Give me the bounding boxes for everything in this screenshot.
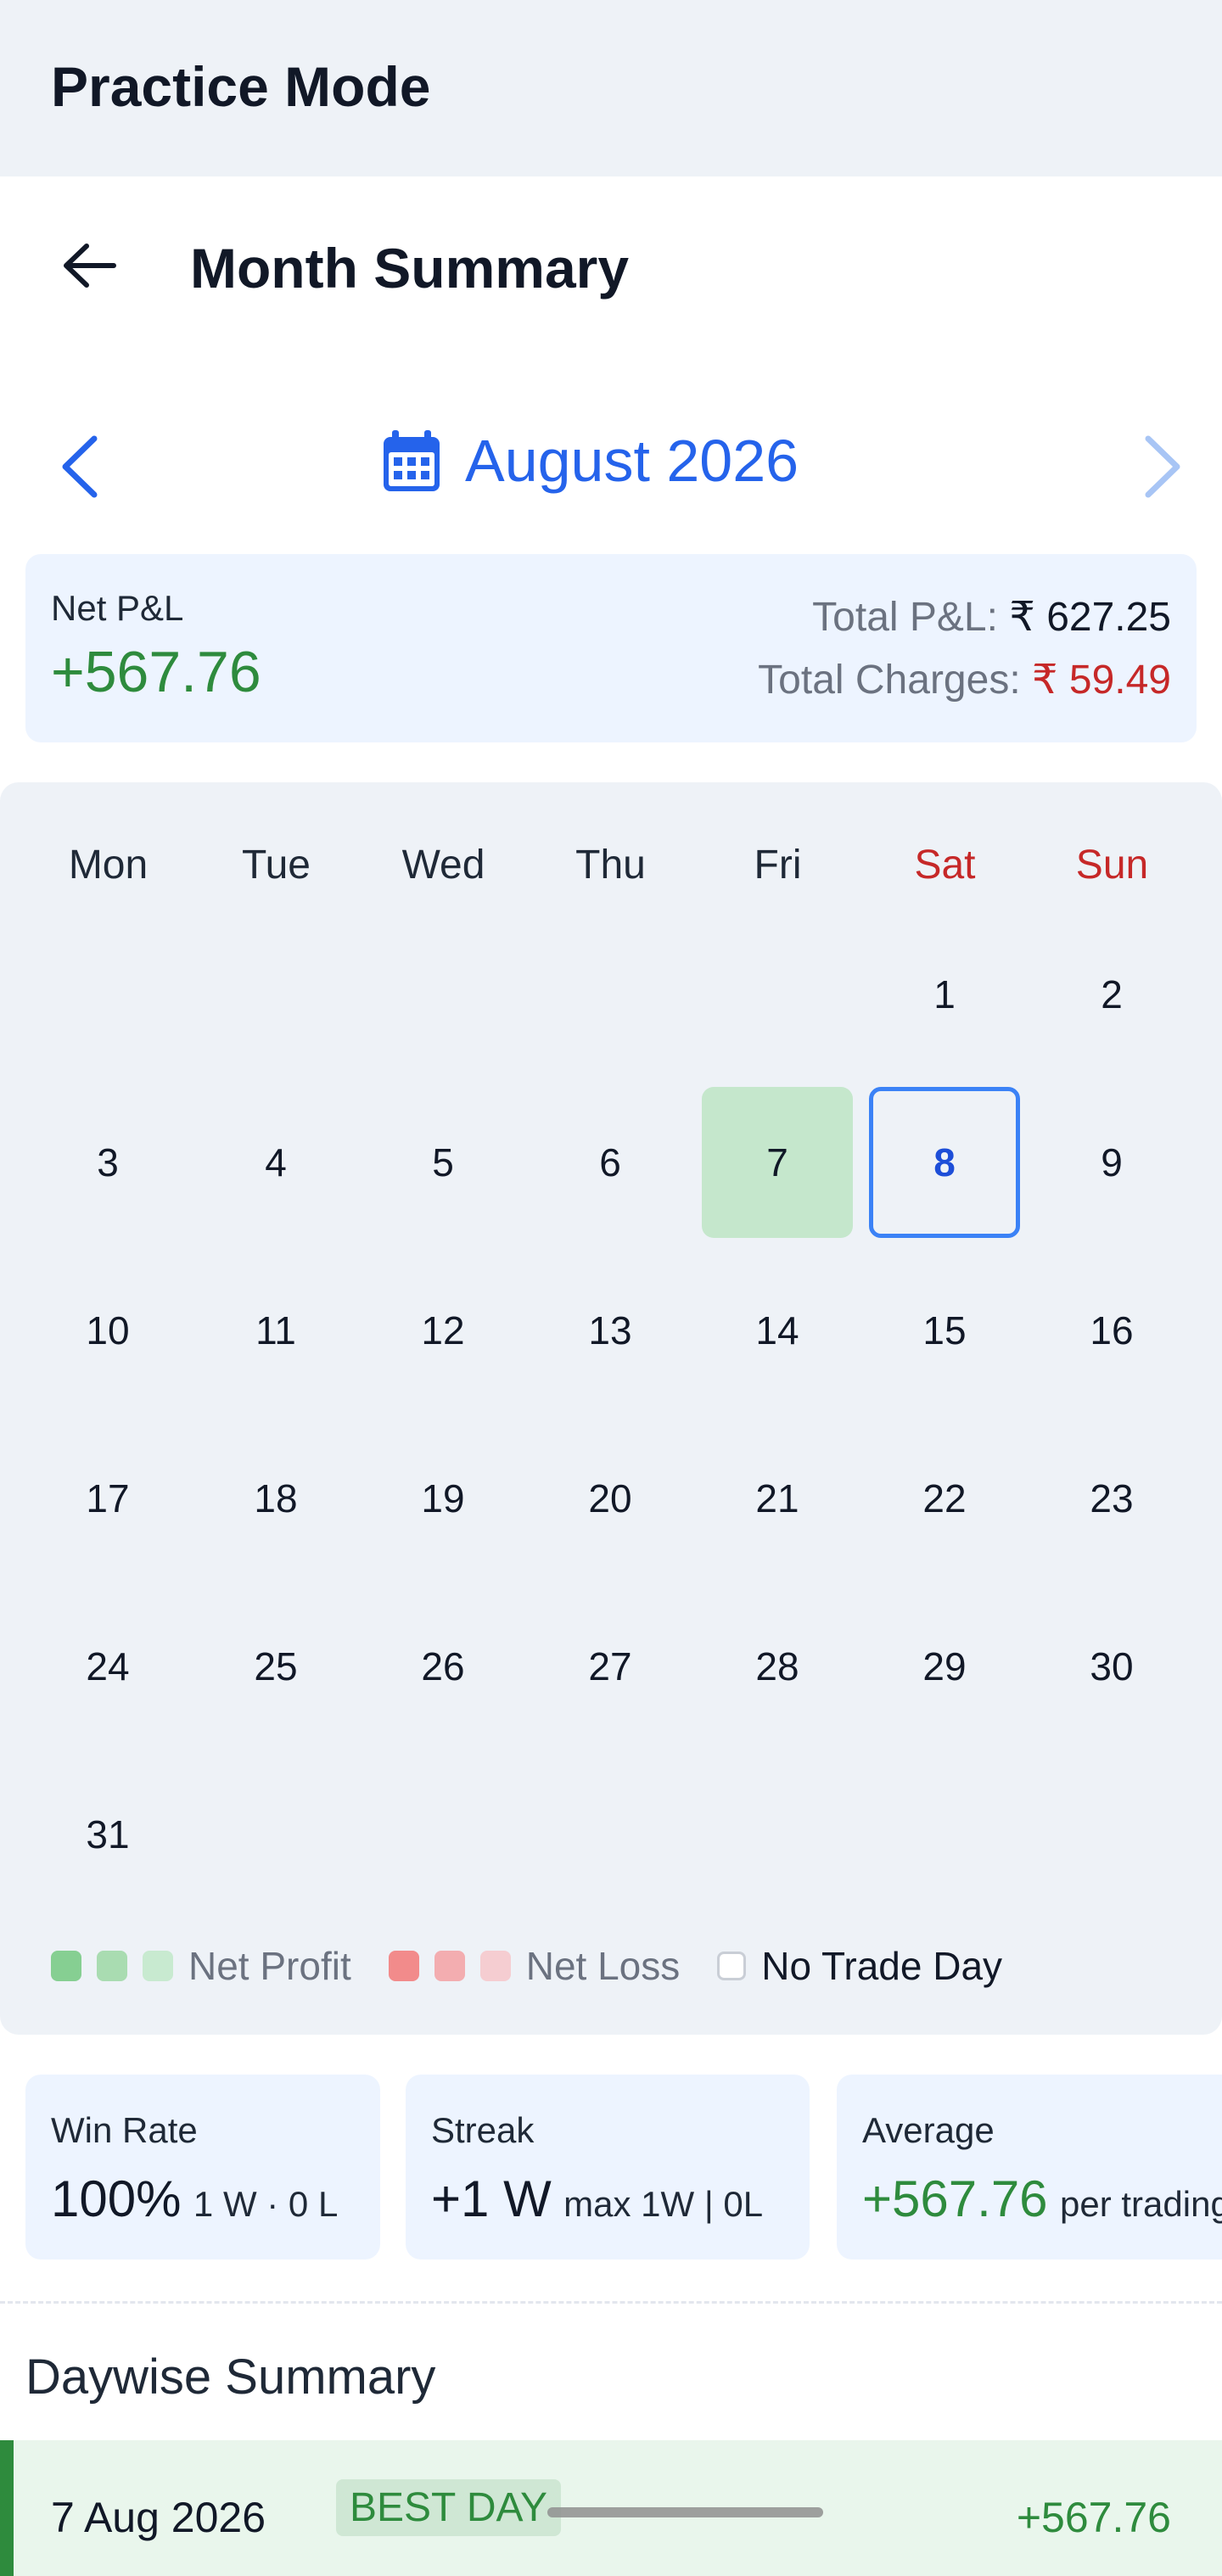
calendar-day-12[interactable]: 12 bbox=[367, 1255, 519, 1406]
weekday-header: Sun bbox=[1075, 843, 1149, 888]
calendar-day-19[interactable]: 19 bbox=[367, 1423, 519, 1574]
total-pl-value: ₹ 627.25 bbox=[1009, 595, 1171, 640]
average-card: Average +567.76 per trading day bbox=[837, 2075, 1222, 2260]
streak-card: Streak +1 W max 1W | 0L bbox=[406, 2075, 810, 2260]
calendar-day-27[interactable]: 27 bbox=[535, 1591, 686, 1742]
total-charges-value: ₹ 59.49 bbox=[1032, 658, 1171, 703]
app-bar: Practice Mode bbox=[0, 0, 1222, 176]
home-indicator[interactable] bbox=[547, 2507, 823, 2517]
calendar-day-25[interactable]: 25 bbox=[200, 1591, 351, 1742]
weekday-header: Fri bbox=[754, 843, 802, 888]
total-charges-row: Total Charges: ₹ 59.49 bbox=[758, 656, 1171, 703]
weekday-header: Thu bbox=[575, 843, 646, 888]
best-day-badge: BEST DAY bbox=[336, 2479, 561, 2536]
legend-no-trade-label: No Trade Day bbox=[761, 1944, 1003, 1988]
calendar-day-26[interactable]: 26 bbox=[367, 1591, 519, 1742]
legend-loss-label: Net Loss bbox=[525, 1944, 681, 1988]
calendar-day-2[interactable]: 2 bbox=[1036, 919, 1187, 1070]
loss-swatch-light bbox=[479, 1951, 511, 1981]
page-header: Month Summary bbox=[0, 176, 1222, 355]
streak-label: Streak bbox=[431, 2110, 535, 2150]
total-pl-row: Total P&L: ₹ 627.25 bbox=[812, 593, 1171, 641]
calendar-day-4[interactable]: 4 bbox=[200, 1087, 351, 1238]
section-divider bbox=[0, 2301, 1222, 2304]
back-button[interactable] bbox=[51, 227, 127, 304]
weekday-header: Wed bbox=[401, 843, 485, 888]
calendar-day-21[interactable]: 21 bbox=[702, 1423, 853, 1574]
loss-swatch-dark bbox=[388, 1951, 419, 1981]
win-rate-value: 100% bbox=[51, 2170, 182, 2227]
calendar-day-14[interactable]: 14 bbox=[702, 1255, 853, 1406]
daywise-summary-title: Daywise Summary bbox=[25, 2349, 436, 2405]
arrow-left-icon bbox=[64, 244, 116, 288]
calendar-day-6[interactable]: 6 bbox=[535, 1087, 686, 1238]
calendar-day-16[interactable]: 16 bbox=[1036, 1255, 1187, 1406]
chevron-left-icon bbox=[62, 435, 98, 498]
profit-swatch-medium bbox=[97, 1951, 127, 1981]
calendar-day-23[interactable]: 23 bbox=[1036, 1423, 1187, 1574]
next-month-button[interactable] bbox=[1120, 424, 1205, 509]
no-trade-swatch bbox=[717, 1952, 747, 1980]
weekday-header: Mon bbox=[68, 843, 149, 888]
net-pl-label: Net P&L bbox=[51, 588, 184, 628]
calendar-day-3[interactable]: 3 bbox=[32, 1087, 183, 1238]
calendar-day-31[interactable]: 31 bbox=[32, 1759, 183, 1910]
loss-swatch-medium bbox=[434, 1951, 465, 1981]
net-pl-value: +567.76 bbox=[51, 640, 261, 704]
calendar-day-22[interactable]: 22 bbox=[869, 1423, 1020, 1574]
win-rate-detail: 1 W · 0 L bbox=[193, 2184, 339, 2224]
calendar-day-5[interactable]: 5 bbox=[367, 1087, 519, 1238]
month-picker[interactable]: August 2026 bbox=[382, 423, 799, 499]
legend-profit-label: Net Profit bbox=[188, 1944, 351, 1988]
calendar-day-13[interactable]: 13 bbox=[535, 1255, 686, 1406]
calendar-icon bbox=[384, 430, 440, 491]
calendar-day-7[interactable]: 7 bbox=[702, 1087, 853, 1238]
weekday-header: Sat bbox=[914, 843, 976, 888]
calendar-day-10[interactable]: 10 bbox=[32, 1255, 183, 1406]
calendar-day-8[interactable]: 8 bbox=[869, 1087, 1020, 1238]
month-label: August 2026 bbox=[465, 428, 799, 494]
calendar-day-28[interactable]: 28 bbox=[702, 1591, 853, 1742]
calendar-day-9[interactable]: 9 bbox=[1036, 1087, 1187, 1238]
average-label: Average bbox=[862, 2110, 995, 2150]
calendar-day-20[interactable]: 20 bbox=[535, 1423, 686, 1574]
calendar-day-17[interactable]: 17 bbox=[32, 1423, 183, 1574]
total-pl-label: Total P&L: bbox=[812, 595, 998, 640]
win-rate-card: Win Rate 100% 1 W · 0 L bbox=[25, 2075, 380, 2260]
streak-value: +1 W bbox=[431, 2170, 552, 2227]
calendar-day-24[interactable]: 24 bbox=[32, 1591, 183, 1742]
calendar-grid: Net Profit Net Loss No Trade Day Mon Tue W… bbox=[0, 782, 1222, 2035]
calendar-day-29[interactable]: 29 bbox=[869, 1591, 1020, 1742]
average-detail: per trading day bbox=[1060, 2184, 1222, 2224]
calendar-day-11[interactable]: 11 bbox=[200, 1255, 351, 1406]
profit-swatch-dark bbox=[51, 1951, 81, 1981]
total-charges-label: Total Charges: bbox=[758, 658, 1021, 703]
pl-summary-card: Net P&L +567.76 Total P&L: ₹ 627.25 Tota… bbox=[25, 554, 1197, 742]
average-value: +567.76 bbox=[862, 2170, 1048, 2227]
calendar-day-1[interactable]: 1 bbox=[869, 919, 1020, 1070]
previous-month-button[interactable] bbox=[37, 424, 122, 509]
month-navigator: August 2026 bbox=[0, 399, 1222, 518]
calendar-day-18[interactable]: 18 bbox=[200, 1423, 351, 1574]
profit-swatch-light bbox=[143, 1951, 173, 1981]
app-title: Practice Mode bbox=[51, 55, 431, 118]
calendar-day-30[interactable]: 30 bbox=[1036, 1591, 1187, 1742]
calendar-legend: Net Profit Net Loss No Trade Day bbox=[51, 1936, 1002, 1996]
win-rate-label: Win Rate bbox=[51, 2110, 198, 2150]
page-title: Month Summary bbox=[190, 237, 630, 300]
daywise-amount: +567.76 bbox=[1016, 2494, 1171, 2541]
streak-detail: max 1W | 0L bbox=[563, 2184, 764, 2224]
calendar-day-15[interactable]: 15 bbox=[869, 1255, 1020, 1406]
daywise-date: 7 Aug 2026 bbox=[51, 2494, 266, 2541]
weekday-header: Tue bbox=[242, 843, 311, 888]
chevron-right-icon bbox=[1145, 435, 1180, 498]
